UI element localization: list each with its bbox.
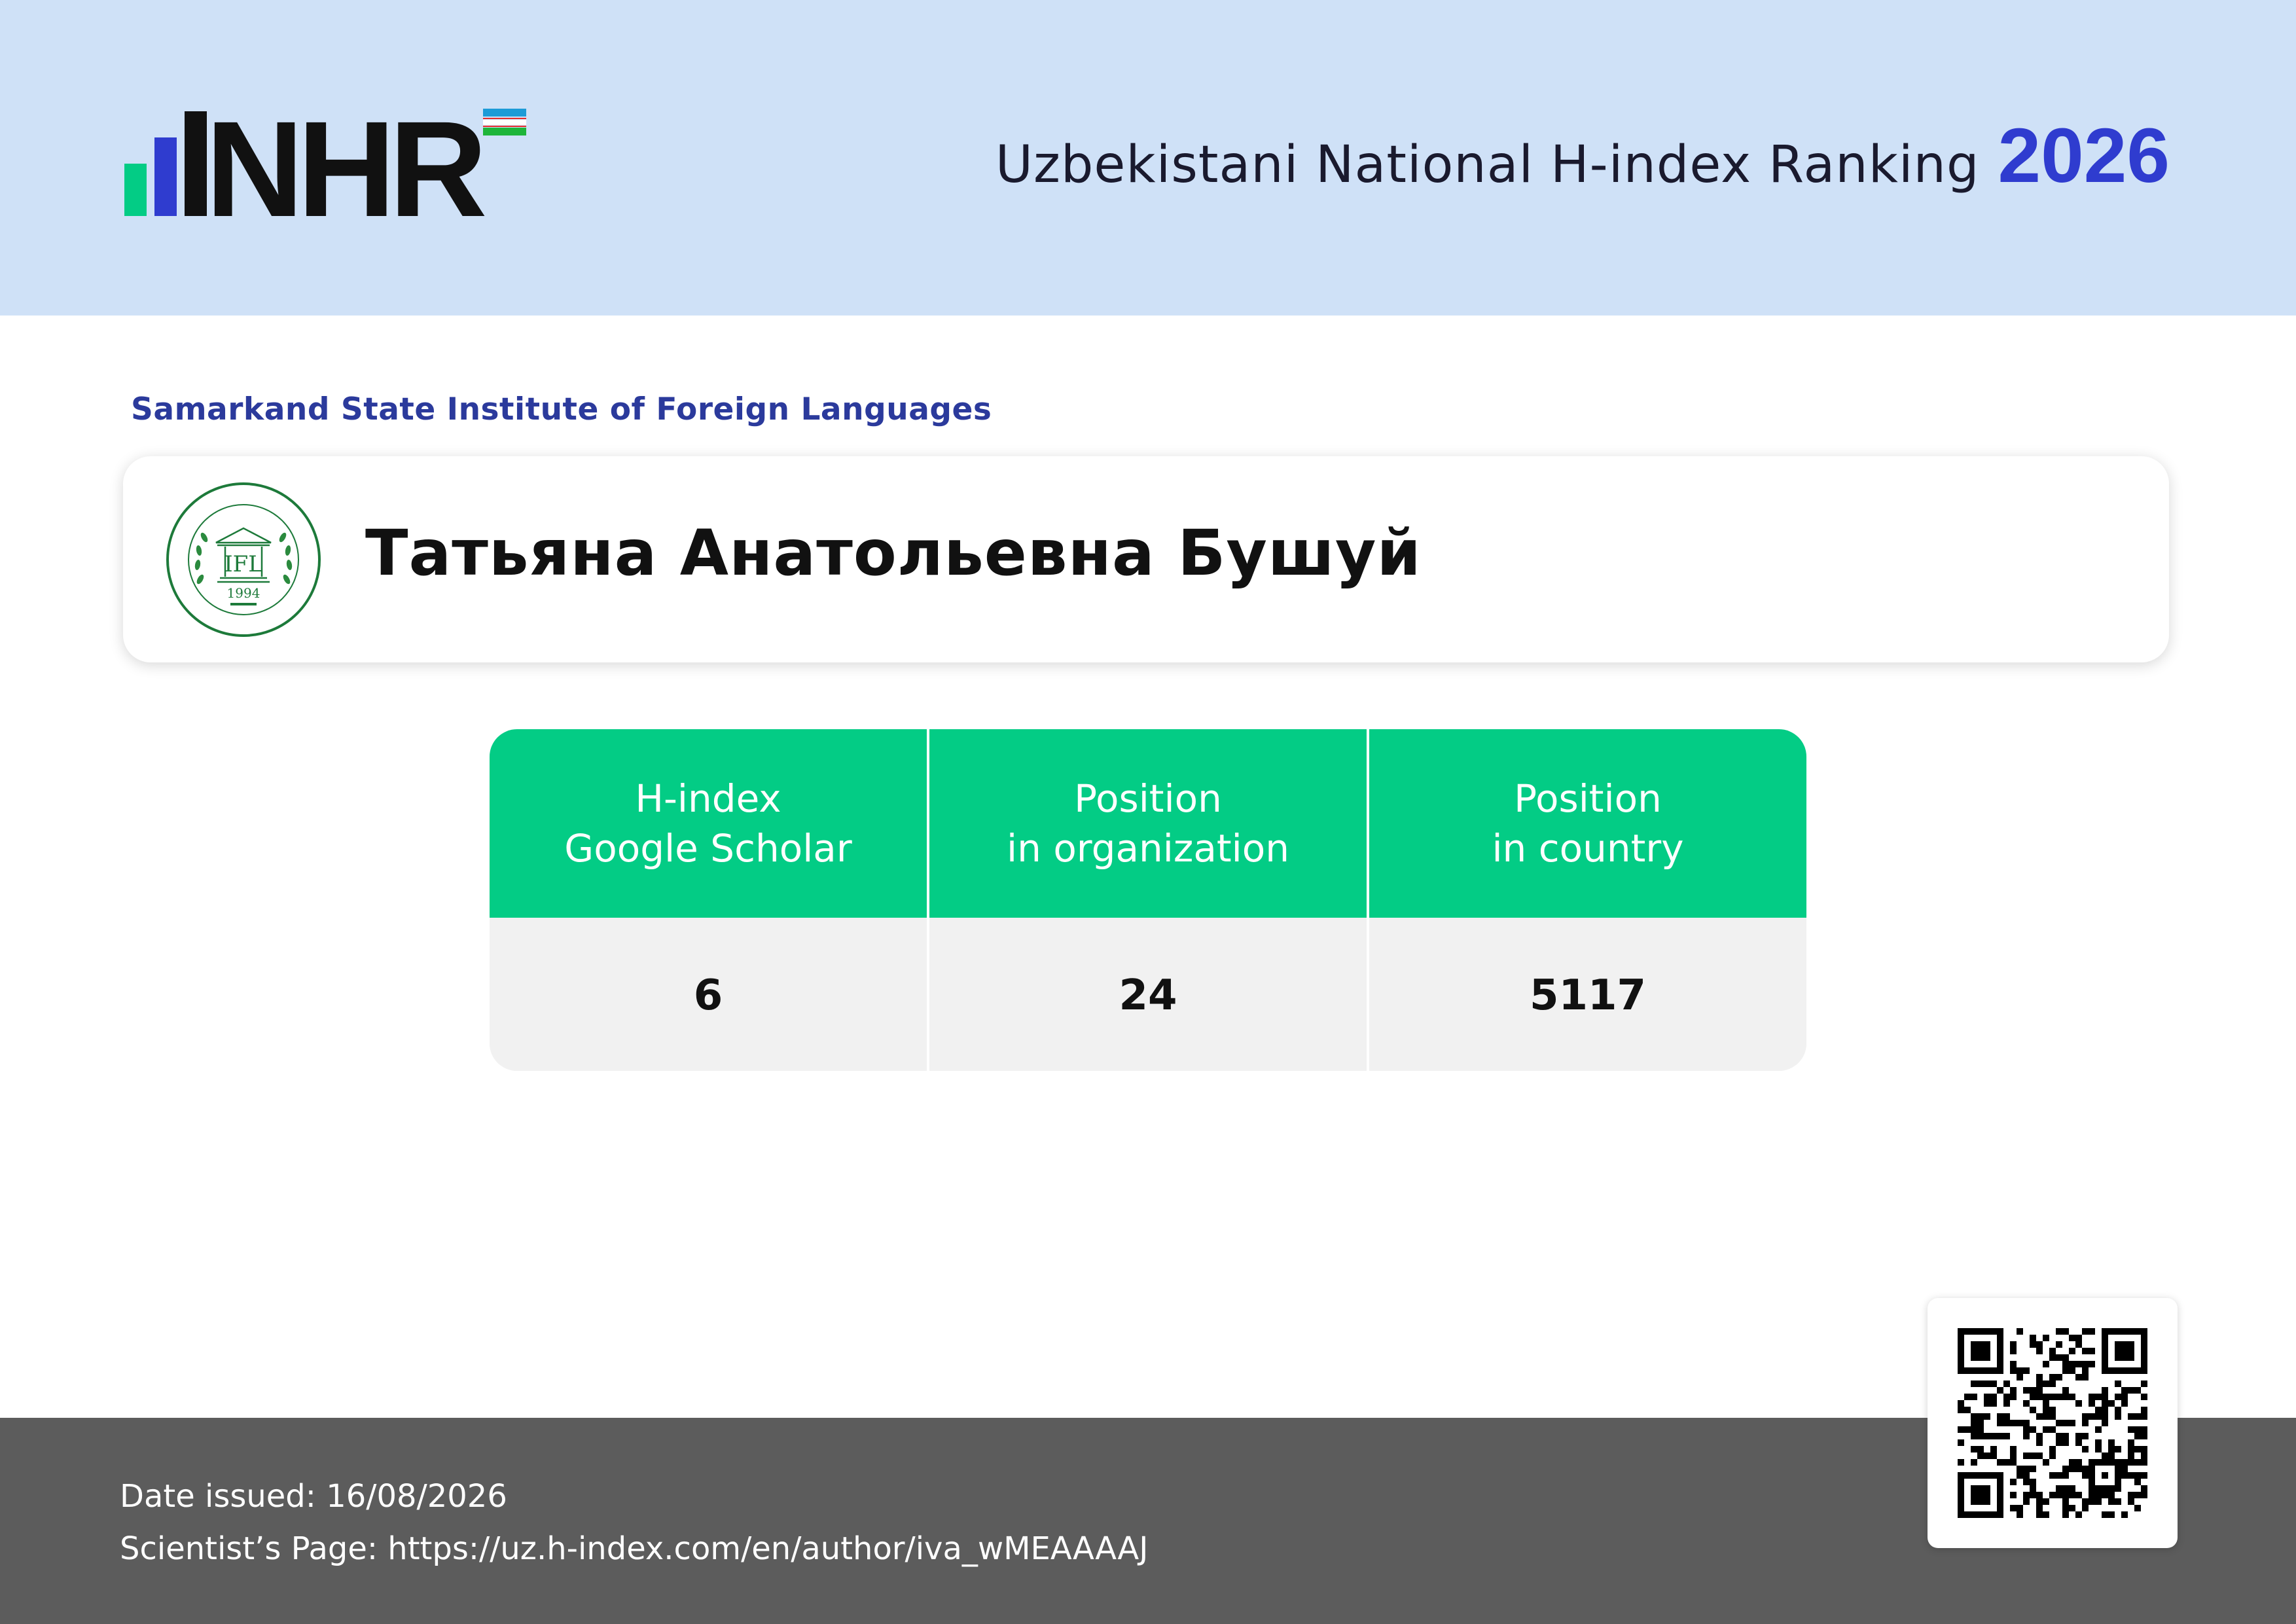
ranking-year: 2026 xyxy=(1998,113,2170,199)
stat-header: Position in country xyxy=(1369,729,1806,918)
svg-text:1994: 1994 xyxy=(227,585,260,601)
page-label: Scientist’s Page: xyxy=(120,1530,378,1567)
ranking-title: Uzbekistani National H-index Ranking 202… xyxy=(996,111,2170,203)
date-issued: Date issued: 16/08/2026 xyxy=(120,1478,507,1515)
stat-label-line2: in country xyxy=(1492,826,1684,871)
stat-label-line2: Google Scholar xyxy=(564,826,852,871)
qr-code[interactable] xyxy=(1958,1328,2147,1518)
scientist-name: Татьяна Анатольевна Бушуй xyxy=(365,516,1422,590)
stat-label-line2: in organization xyxy=(1007,826,1289,871)
stat-header: H-index Google Scholar xyxy=(490,729,927,918)
stat-hindex: H-index Google Scholar 6 xyxy=(490,729,927,1071)
stat-value: 24 xyxy=(929,920,1367,1071)
svg-text:NHR: NHR xyxy=(206,105,484,223)
stat-value: 5117 xyxy=(1369,920,1806,1071)
nhr-logo: NHR xyxy=(124,105,526,223)
institute-seal: IFL 1994 xyxy=(166,482,321,637)
stat-header: Position in organization xyxy=(929,729,1367,918)
scientist-card: IFL 1994 Татьяна Анатольевна Бушуй xyxy=(123,456,2169,662)
stat-label-line1: Position xyxy=(1514,776,1662,821)
ranking-title-text: Uzbekistani National H-index Ranking xyxy=(995,135,1980,194)
date-value: 16/08/2026 xyxy=(326,1478,507,1515)
stat-value: 6 xyxy=(490,920,927,1071)
scientist-page: Scientist’s Page: https://uz.h-index.com… xyxy=(120,1530,1148,1567)
organization-name: Samarkand State Institute of Foreign Lan… xyxy=(131,391,992,427)
qr-code-card[interactable] xyxy=(1928,1298,2178,1548)
stat-label-line1: H-index xyxy=(635,776,781,821)
date-label: Date issued: xyxy=(120,1478,316,1515)
stat-position-country: Position in country 5117 xyxy=(1369,729,1806,1071)
stat-position-organization: Position in organization 24 xyxy=(929,729,1367,1071)
stat-label-line1: Position xyxy=(1074,776,1222,821)
page-url-link[interactable]: https://uz.h-index.com/en/author/iva_wME… xyxy=(387,1530,1148,1567)
stats-table: H-index Google Scholar 6 Position in org… xyxy=(490,729,1806,1071)
svg-text:IFL: IFL xyxy=(224,551,263,577)
header-banner: NHR Uzbekistani National H-index Ranking… xyxy=(0,0,2296,316)
